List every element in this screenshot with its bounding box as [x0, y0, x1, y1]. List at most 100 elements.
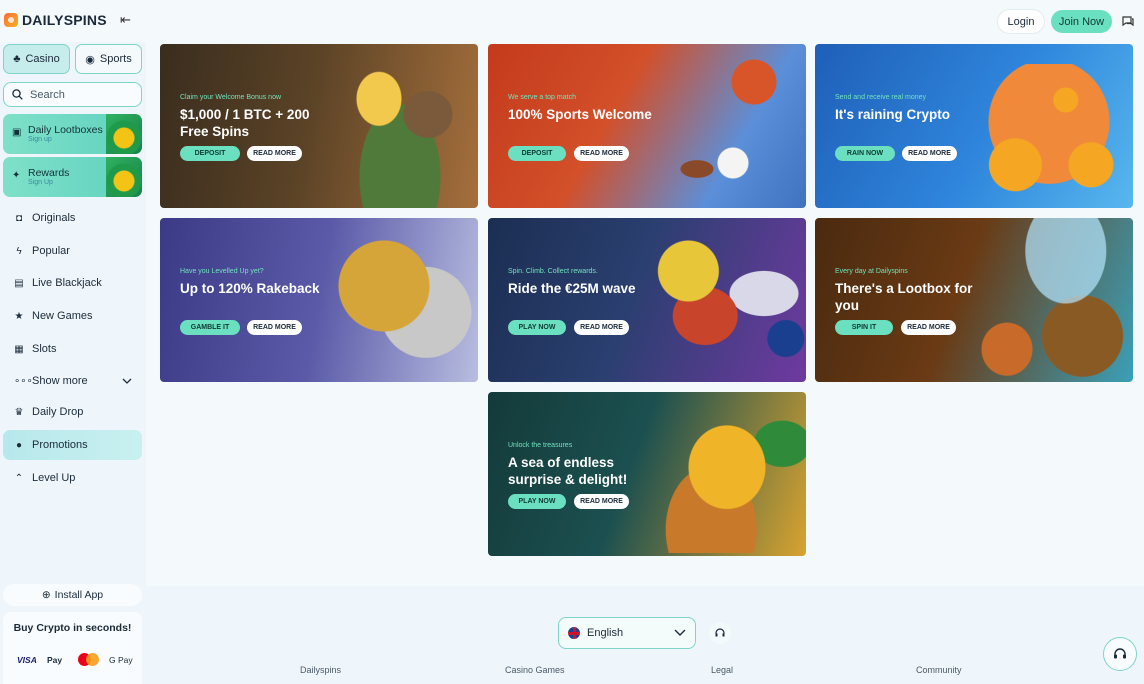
promo-banner-lootbox[interactable]: Every day at Dailyspins There's a Lootbo…: [815, 218, 1133, 382]
ball-icon: ◉: [85, 53, 95, 66]
product-tabs: ♣ Casino ◉ Sports: [3, 44, 142, 74]
originals-icon: ◘: [15, 212, 23, 224]
sidebar-item-live-blackjack[interactable]: ▤ Live Blackjack: [3, 268, 142, 298]
read-more-button[interactable]: READ MORE: [574, 146, 629, 161]
promo-banner-25m-wave[interactable]: Spin. Climb. Collect rewards. Ride the €…: [488, 218, 806, 382]
crypto-umbrella-image: [965, 64, 1133, 208]
top-bar: DAILYSPINS ⇤ Login Join Now: [0, 0, 1144, 42]
gamble-it-button[interactable]: GAMBLE IT: [180, 320, 240, 335]
sidebar-item-label: Popular: [32, 245, 70, 257]
search-placeholder: Search: [30, 88, 65, 101]
promo-banner-crypto-rain[interactable]: Send and receive real money It's raining…: [815, 44, 1133, 208]
basketball-image: [718, 50, 806, 130]
read-more-button[interactable]: READ MORE: [901, 320, 956, 335]
deposit-button[interactable]: DEPOSIT: [508, 146, 566, 161]
dots-icon: ∘∘∘: [14, 375, 33, 387]
footer-col-casino-games[interactable]: Casino Games: [505, 665, 565, 675]
install-app-button[interactable]: ⊕ Install App: [3, 584, 142, 606]
login-button[interactable]: Login: [998, 10, 1044, 33]
daily-lootboxes-card[interactable]: ▣ Daily Lootboxes Sign up: [3, 114, 142, 154]
live-support-button[interactable]: [1103, 637, 1137, 671]
fishermen-image: [330, 52, 470, 208]
play-now-button[interactable]: PLAY NOW: [508, 494, 566, 509]
headset-icon[interactable]: [709, 622, 731, 644]
sidebar-item-originals[interactable]: ◘ Originals: [3, 203, 142, 233]
chevron-down-icon: [122, 376, 132, 387]
banner-headline: 100% Sports Welcome: [508, 107, 652, 122]
promo-banner-treasures[interactable]: Unlock the treasures A sea of endless su…: [488, 392, 806, 556]
language-select[interactable]: English: [558, 617, 696, 649]
sidebar-item-label: Live Blackjack: [32, 277, 102, 289]
apple-pay-logo: Pay: [47, 655, 62, 665]
banner-headline: Ride the €25M wave: [508, 281, 636, 296]
apple-pay-text: Pay: [47, 655, 63, 665]
promo-sub: Sign up: [28, 136, 52, 143]
read-more-button[interactable]: READ MORE: [574, 320, 629, 335]
logo[interactable]: DAILYSPINS: [4, 12, 107, 28]
tab-label: Casino: [25, 53, 60, 65]
gift-icon: ▣: [12, 127, 22, 138]
banner-kicker: Unlock the treasures: [508, 442, 573, 449]
buy-crypto-title: Buy Crypto in seconds!: [13, 622, 132, 634]
tab-casino[interactable]: ♣ Casino: [3, 44, 70, 74]
download-icon: ⊕: [41, 589, 51, 601]
banner-kicker: Every day at Dailyspins: [835, 268, 908, 275]
sidebar-item-promotions[interactable]: ● Promotions: [3, 430, 142, 460]
language-value: English: [587, 627, 624, 639]
coins-image: [335, 238, 475, 358]
banner-headline: A sea of endless surprise & delight!: [508, 455, 628, 487]
logo-text: DAILYSPINS: [22, 12, 107, 28]
footer-col-legal[interactable]: Legal: [711, 665, 733, 675]
banner-headline: $1,000 / 1 BTC + 200 Free Spins: [180, 107, 310, 139]
read-more-button[interactable]: READ MORE: [247, 320, 302, 335]
lootbox-image: [106, 114, 142, 154]
sidebar-item-label: New Games: [32, 310, 93, 322]
rewards-icon: ✦: [12, 170, 21, 181]
deposit-button[interactable]: DEPOSIT: [180, 146, 240, 161]
bitcoin-island-image: [648, 397, 806, 553]
blackjack-icon: ▤: [14, 277, 24, 289]
footer-col-dailyspins[interactable]: Dailyspins: [300, 665, 341, 675]
banner-kicker: Have you Levelled Up yet?: [180, 268, 264, 275]
slots-icon: ▦: [14, 343, 24, 355]
search-input[interactable]: Search: [3, 82, 142, 107]
headset-icon: [1114, 648, 1126, 659]
banner-kicker: Spin. Climb. Collect rewards.: [508, 268, 598, 275]
chat-icon[interactable]: [1121, 14, 1137, 30]
banner-kicker: We serve a top match: [508, 94, 576, 101]
read-more-button[interactable]: READ MORE: [574, 494, 629, 509]
read-more-button[interactable]: READ MORE: [247, 146, 302, 161]
promo-banner-welcome-bonus[interactable]: Claim your Welcome Bonus now $1,000 / 1 …: [160, 44, 478, 208]
rewards-card[interactable]: ✦ Rewards Sign Up: [3, 157, 142, 197]
tab-sports[interactable]: ◉ Sports: [75, 44, 142, 74]
balls-image: [673, 139, 753, 199]
read-more-button[interactable]: READ MORE: [902, 146, 957, 161]
promo-title: Rewards: [28, 167, 70, 179]
trophy-icon: ♛: [14, 406, 24, 418]
install-label: Install App: [54, 589, 104, 601]
chevron-down-icon: [674, 626, 686, 640]
mastercard-logo: [78, 653, 100, 667]
play-now-button[interactable]: PLAY NOW: [508, 320, 566, 335]
promo-banner-rakeback[interactable]: Have you Levelled Up yet? Up to 120% Rak…: [160, 218, 478, 382]
sidebar-item-show-more[interactable]: ∘∘∘ Show more: [3, 366, 142, 396]
promo-banner-sports-welcome[interactable]: We serve a top match 100% Sports Welcome…: [488, 44, 806, 208]
spin-it-button[interactable]: SPIN IT: [835, 320, 893, 335]
sidebar-item-level-up[interactable]: ⌃ Level Up: [3, 463, 142, 493]
join-now-button[interactable]: Join Now: [1051, 10, 1112, 33]
sidebar-item-slots[interactable]: ▦ Slots: [3, 334, 142, 364]
sidebar-item-new-games[interactable]: ★ New Games: [3, 301, 142, 331]
rain-now-button[interactable]: RAIN NOW: [835, 146, 895, 161]
visa-logo: VISA: [17, 655, 37, 665]
star-icon: ★: [14, 310, 24, 322]
gods-image: [638, 226, 806, 376]
collapse-sidebar-icon[interactable]: ⇤: [120, 13, 134, 27]
banner-headline: Up to 120% Rakeback: [180, 281, 320, 296]
uk-flag-icon: [567, 626, 581, 640]
sidebar-item-daily-drop[interactable]: ♛ Daily Drop: [3, 397, 142, 427]
sidebar-item-popular[interactable]: ϟ Popular: [3, 236, 142, 266]
banner-headline: It's raining Crypto: [835, 107, 950, 122]
sidebar-item-label: Level Up: [32, 472, 76, 484]
footer-col-community[interactable]: Community: [916, 665, 962, 675]
banner-headline: There's a Lootbox for you: [835, 281, 973, 313]
